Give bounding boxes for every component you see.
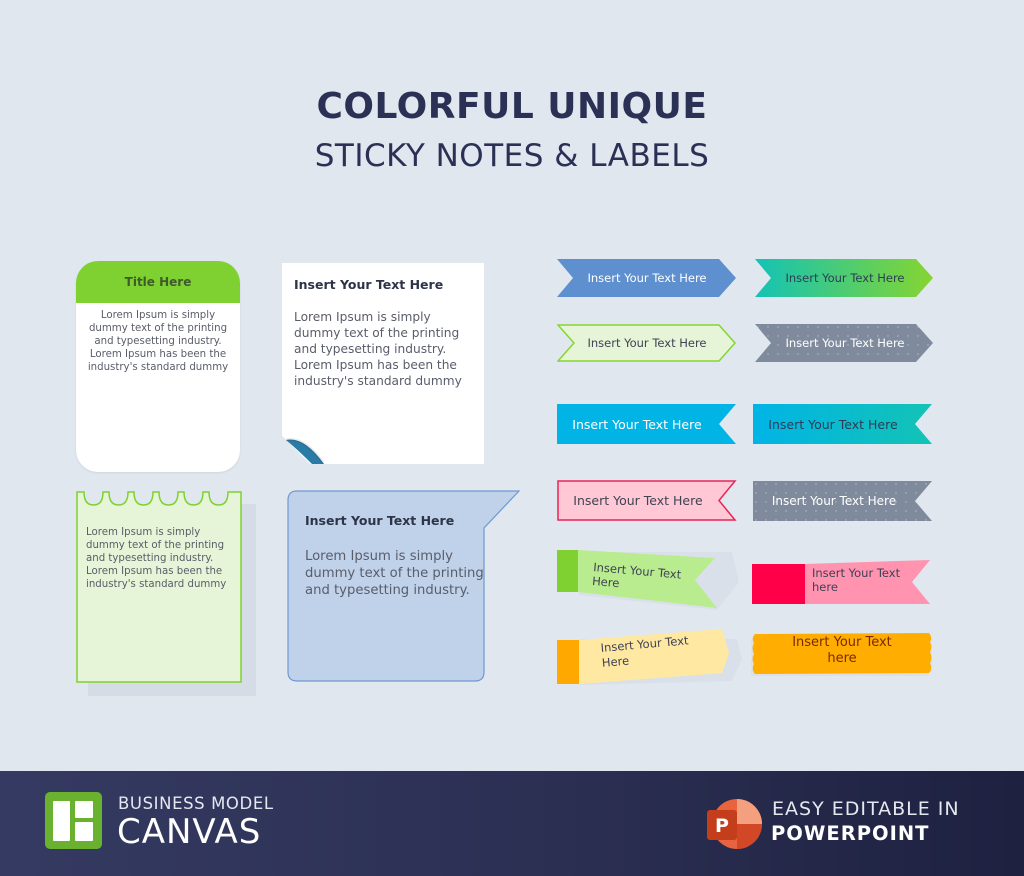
note-body: Lorem Ipsum is simply dummy text of the … xyxy=(87,310,229,373)
rounded-title-card-note[interactable]: Title Here Lorem Ipsum is simply dummy t… xyxy=(76,261,240,472)
label-line-2: here xyxy=(812,580,838,594)
label-text: Insert Your Text Here xyxy=(785,271,905,285)
canvas-grid-icon xyxy=(45,792,102,849)
ppt-letter: P xyxy=(715,815,729,837)
label-text: Insert Your Text here xyxy=(751,635,933,671)
page-subtitle: STICKY NOTES & LABELS xyxy=(314,138,710,174)
label-text: Insert Your Text Here xyxy=(771,494,897,508)
wavy-label-orange[interactable]: Insert Your Text here xyxy=(751,632,933,676)
arrow-label-green-outline[interactable]: Insert Your Text Here xyxy=(557,324,736,362)
label-text: Insert Your Text Here xyxy=(587,271,707,285)
note-title: Title Here xyxy=(76,261,240,303)
ribbon-label-pink-outline[interactable]: Insert Your Text Here xyxy=(557,480,737,521)
scalloped-green-note[interactable]: Lorem Ipsum is simply dummy text of the … xyxy=(76,491,242,683)
ppt-line-2: POWERPOINT xyxy=(771,822,930,845)
ppt-line-1: EASY EDITABLE IN xyxy=(772,798,960,820)
label-line-1: Insert Your Text xyxy=(792,635,892,650)
note-title: Insert Your Text Here xyxy=(305,513,455,528)
note-body: Lorem Ipsum is simply dummy text of the … xyxy=(86,527,227,590)
tab-label-yellow[interactable]: Insert Your Text Here xyxy=(557,629,742,687)
label-text: Insert Your Text Here xyxy=(573,493,703,508)
blue-callout-note[interactable]: Insert Your Text Here Lorem Ipsum is sim… xyxy=(287,490,521,682)
label-text: Insert Your Text Here xyxy=(587,336,707,350)
label-text: Insert Your Text Here xyxy=(785,336,905,350)
note-body: Lorem Ipsum is simply dummy text of the … xyxy=(305,549,484,598)
page-title: COLORFUL UNIQUE xyxy=(316,86,708,127)
arrow-label-gray-dotted[interactable]: Insert Your Text Here xyxy=(755,324,933,362)
ribbon-label-gradient[interactable]: Insert Your Text Here xyxy=(753,404,932,444)
tab-label-pink[interactable]: Insert Your Text here xyxy=(752,560,932,606)
powerpoint-icon: P xyxy=(707,799,762,849)
ribbon-label-gray-dotted[interactable]: Insert Your Text Here xyxy=(753,481,932,521)
label-line-2: Here xyxy=(601,653,630,670)
arrow-label-gradient[interactable]: Insert Your Text Here xyxy=(755,259,933,297)
ribbon-label-cyan[interactable]: Insert Your Text Here xyxy=(557,404,736,444)
brand-line-1: BUSINESS MODEL xyxy=(118,794,274,813)
label-line-2: here xyxy=(827,651,857,666)
page-curl-icon xyxy=(285,438,324,464)
label-text: Insert Your Text Here xyxy=(572,416,702,432)
brand-line-2: CANVAS xyxy=(117,812,262,852)
curled-paper-note[interactable]: Insert Your Text Here Lorem Ipsum is sim… xyxy=(282,263,484,464)
note-body: Lorem Ipsum is simply dummy text of the … xyxy=(294,310,462,388)
label-line-1: Insert Your Text xyxy=(812,566,901,580)
label-text: Insert Your Text here xyxy=(812,566,912,600)
tab-label-green[interactable]: Insert Your Text Here xyxy=(557,550,742,612)
note-title: Insert Your Text Here xyxy=(294,277,444,292)
label-text: Insert Your Text Here xyxy=(768,416,898,432)
label-line-2: Here xyxy=(591,573,620,591)
arrow-label-blue[interactable]: Insert Your Text Here xyxy=(557,259,736,297)
